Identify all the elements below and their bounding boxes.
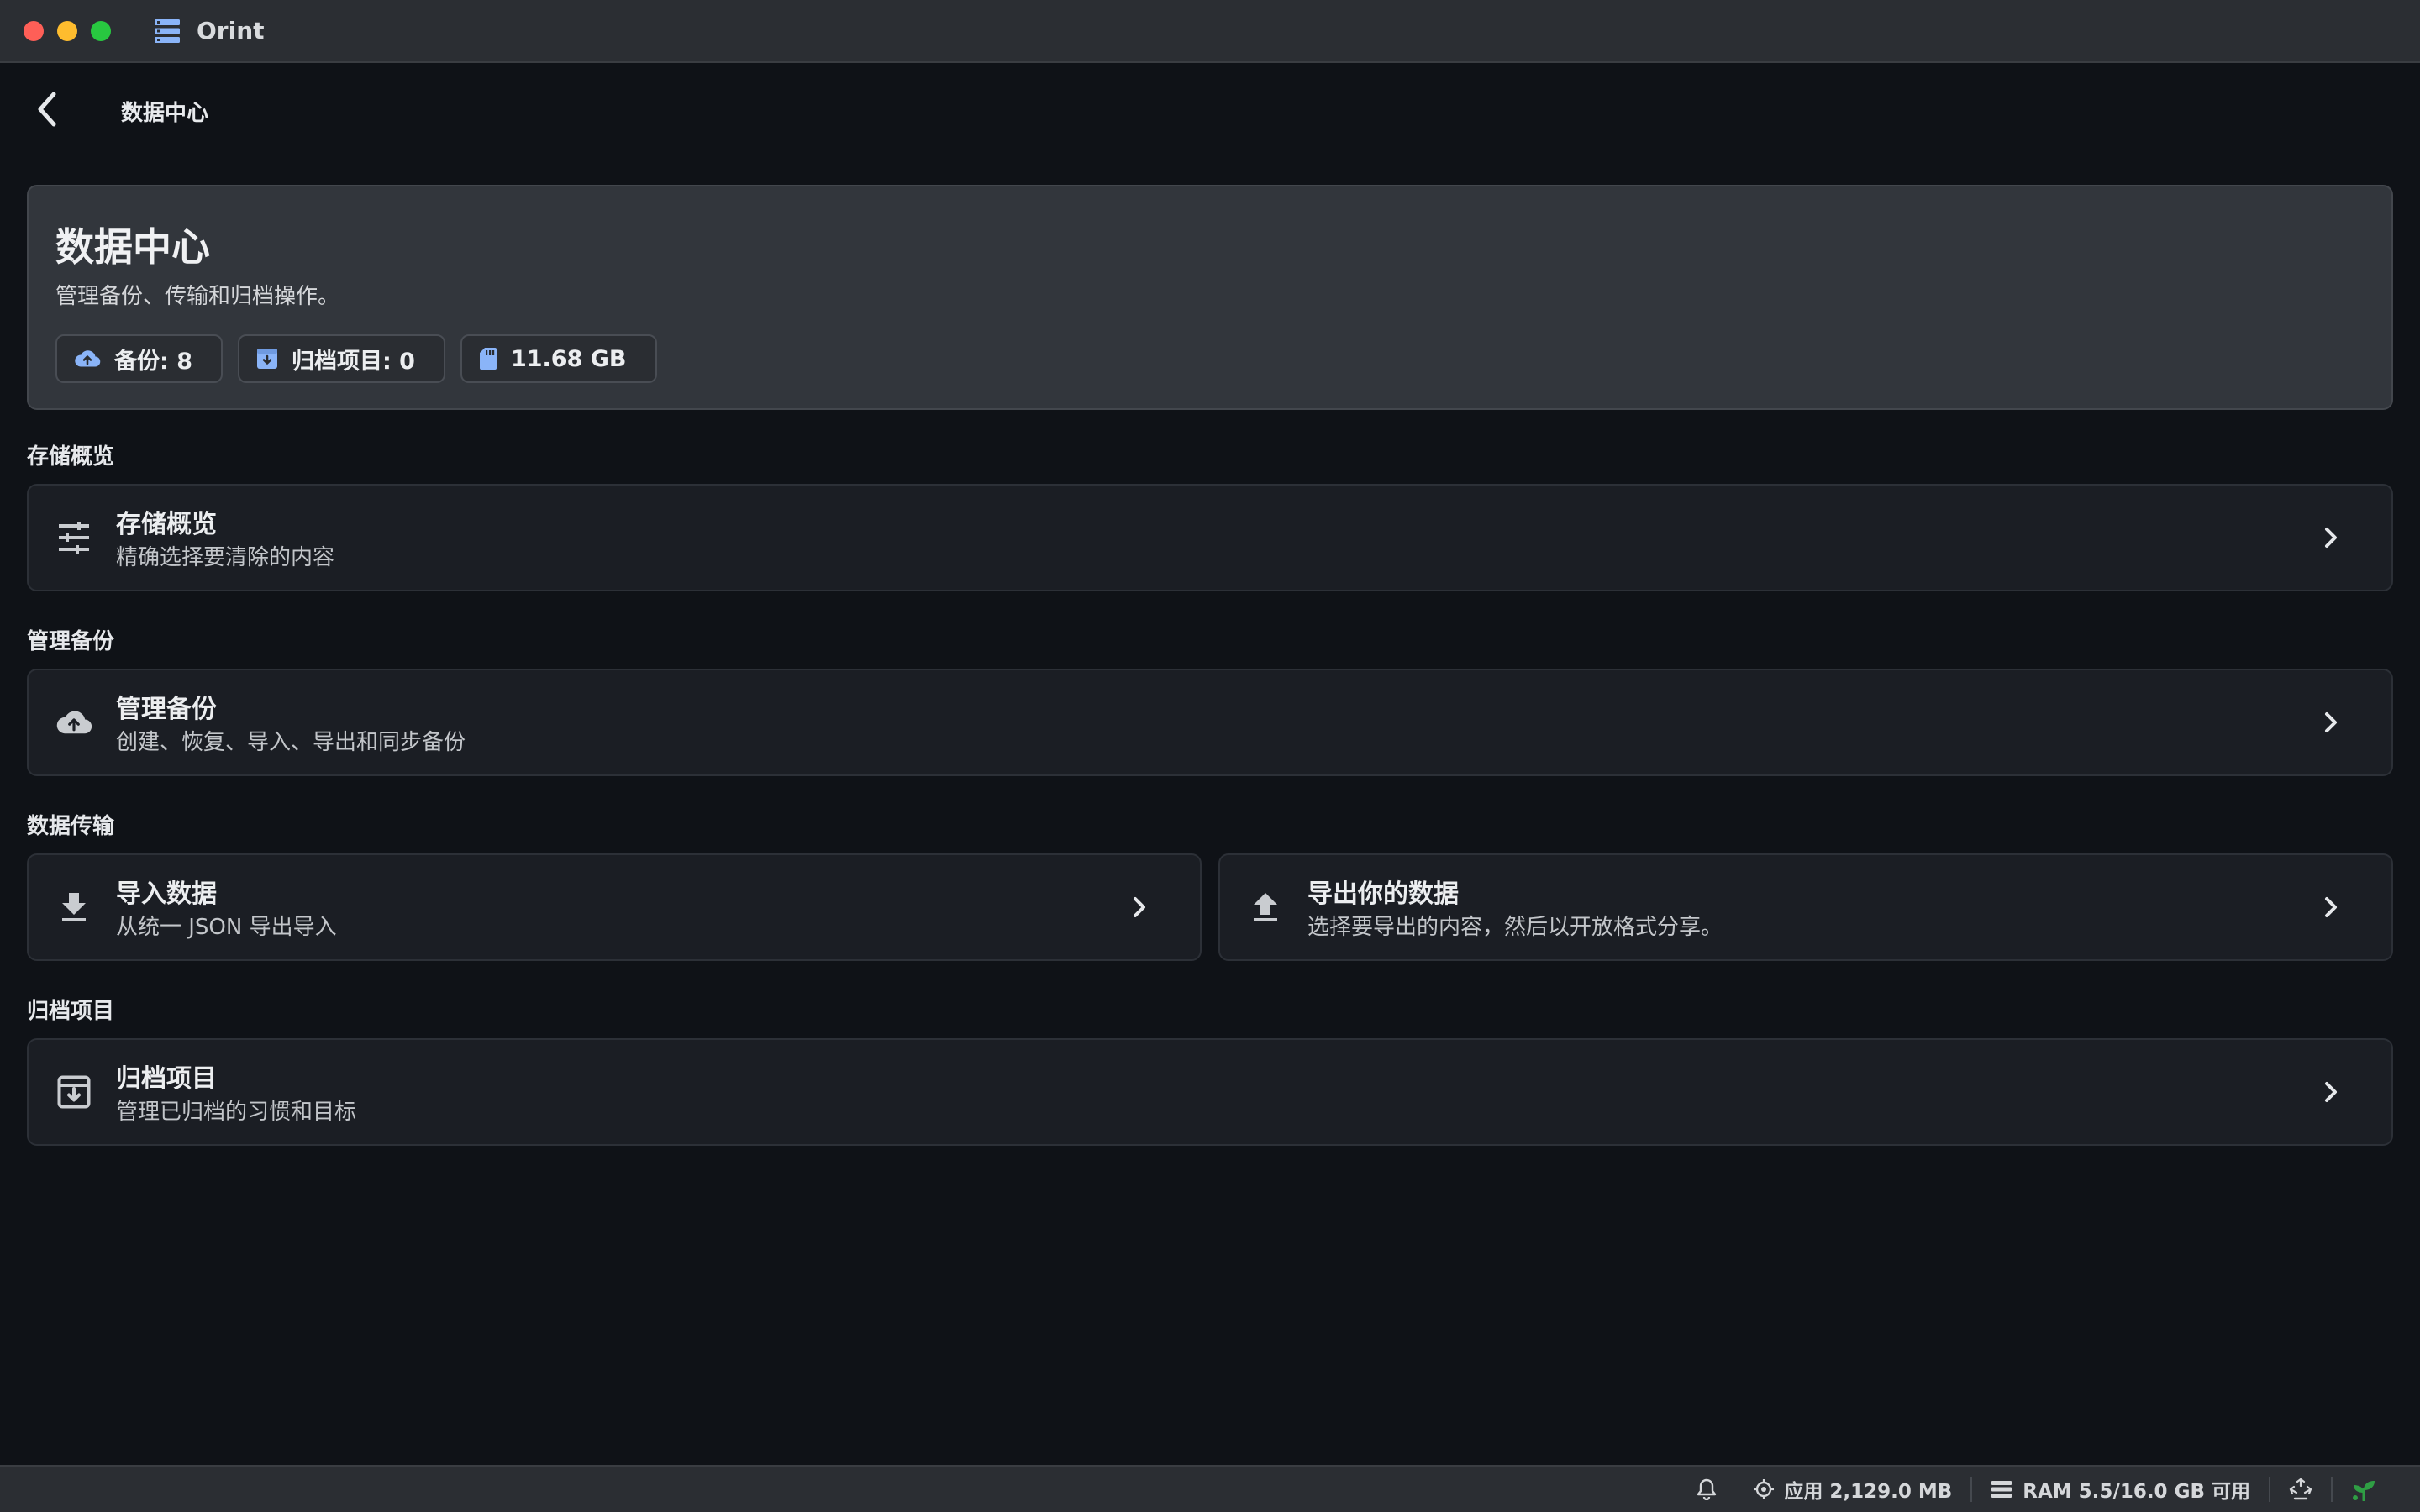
upload-icon xyxy=(1247,889,1284,926)
storage-size-chip: 11.68 GB xyxy=(460,334,657,383)
section-label-backup: 管理备份 xyxy=(27,629,115,654)
manage-backups-subtitle: 创建、恢复、导入、导出和同步备份 xyxy=(116,730,466,755)
manage-backups-title: 管理备份 xyxy=(116,695,217,724)
sync-status-indicator[interactable] xyxy=(2333,1478,2395,1501)
memory-stack-icon xyxy=(1991,1481,2012,1498)
download-icon xyxy=(55,889,92,926)
archive-count-label: 归档项目: 0 xyxy=(291,348,415,375)
ram-label: RAM 5.5/16.0 GB 可用 xyxy=(2023,1481,2250,1503)
hero-title: 数据中心 xyxy=(55,224,210,270)
notifications-button[interactable] xyxy=(1678,1478,1735,1500)
recycle-button[interactable] xyxy=(2270,1478,2331,1500)
export-data-card[interactable]: 导出你的数据 选择要导出的内容，然后以开放格式分享。 xyxy=(1218,853,2393,961)
maximize-window-button[interactable] xyxy=(91,20,111,41)
close-window-button[interactable] xyxy=(24,20,44,41)
cloud-upload-icon xyxy=(55,704,92,741)
export-data-subtitle: 选择要导出的内容，然后以开放格式分享。 xyxy=(1307,915,1723,940)
export-data-title: 导出你的数据 xyxy=(1307,879,1459,909)
archive-icon xyxy=(256,349,277,369)
tune-icon xyxy=(55,519,92,556)
app-logo-icon xyxy=(155,18,182,45)
minimize-window-button[interactable] xyxy=(57,20,77,41)
archive-count-chip: 归档项目: 0 xyxy=(237,334,445,383)
backup-count-chip: 备份: 8 xyxy=(55,334,223,383)
app-title: Orint xyxy=(197,17,265,45)
chevron-right-icon xyxy=(1126,894,1153,921)
chevron-right-icon xyxy=(2317,709,2344,736)
bell-icon xyxy=(1697,1478,1717,1500)
recycle-icon xyxy=(2289,1478,2312,1500)
cpu-icon xyxy=(1754,1479,1775,1499)
status-bar: 应用 2,129.0 MB RAM 5.5/16.0 GB 可用 xyxy=(0,1465,2420,1512)
storage-overview-subtitle: 精确选择要清除的内容 xyxy=(116,545,335,570)
archived-items-title: 归档项目 xyxy=(116,1064,217,1094)
chevron-right-icon xyxy=(2317,894,2344,921)
storage-overview-title: 存储概览 xyxy=(116,510,217,539)
page-title: 数据中心 xyxy=(121,101,209,126)
import-data-subtitle: 从统一 JSON 导出导入 xyxy=(116,915,337,940)
archive-icon xyxy=(55,1074,92,1110)
import-data-title: 导入数据 xyxy=(116,879,217,909)
sprout-icon xyxy=(2353,1481,2375,1501)
section-label-storage: 存储概览 xyxy=(27,444,115,470)
section-label-archive: 归档项目 xyxy=(27,999,115,1024)
hero-subtitle: 管理备份、传输和归档操作。 xyxy=(55,284,340,309)
app-memory-indicator: 应用 2,129.0 MB xyxy=(1735,1475,1970,1504)
manage-backups-card[interactable]: 管理备份 创建、恢复、导入、导出和同步备份 xyxy=(27,669,2393,776)
title-bar: Orint xyxy=(0,0,2420,63)
back-button[interactable] xyxy=(25,87,69,131)
cloud-upload-icon xyxy=(75,350,101,367)
sd-card-icon xyxy=(479,348,497,370)
window-controls xyxy=(24,20,111,41)
chevron-right-icon xyxy=(2317,524,2344,551)
archived-items-subtitle: 管理已归档的习惯和目标 xyxy=(116,1100,357,1125)
chevron-left-icon xyxy=(38,92,56,127)
import-data-card[interactable]: 导入数据 从统一 JSON 导出导入 xyxy=(27,853,1202,961)
chevron-right-icon xyxy=(2317,1079,2344,1105)
section-label-transfer: 数据传输 xyxy=(27,814,115,839)
summary-chips: 备份: 8 归档项目: 0 11.68 GB xyxy=(55,334,657,383)
app-memory-label: 应用 2,129.0 MB xyxy=(1784,1481,1953,1503)
storage-overview-card[interactable]: 存储概览 精确选择要清除的内容 xyxy=(27,484,2393,591)
backup-count-label: 备份: 8 xyxy=(114,348,192,375)
archived-items-card[interactable]: 归档项目 管理已归档的习惯和目标 xyxy=(27,1038,2393,1146)
storage-size-label: 11.68 GB xyxy=(510,345,627,372)
data-center-summary-card: 数据中心 管理备份、传输和归档操作。 备份: 8 归档项目: 0 11.68 G… xyxy=(27,185,2393,410)
ram-indicator: RAM 5.5/16.0 GB 可用 xyxy=(1972,1475,2269,1504)
